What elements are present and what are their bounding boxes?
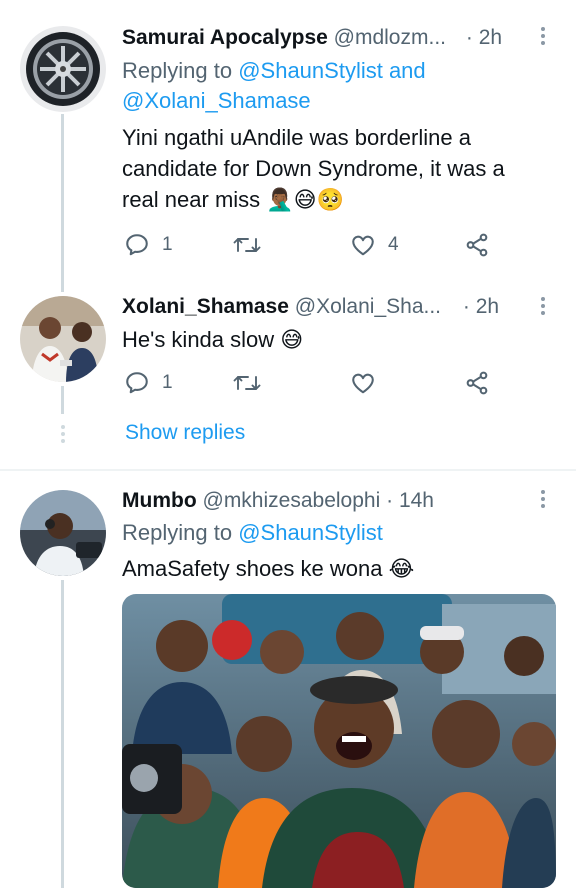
retweet-icon <box>232 370 262 396</box>
like-count: 4 <box>388 234 399 255</box>
reply-count: 1 <box>162 372 173 393</box>
display-name[interactable]: Samurai Apocalypse <box>122 26 328 49</box>
share-icon <box>464 232 490 258</box>
replying-to-prefix: Replying to <box>122 58 233 83</box>
reply-icon <box>124 232 150 258</box>
share-button[interactable] <box>464 232 490 258</box>
share-icon <box>464 370 490 396</box>
replying-to: Replying to @ShaunStylist <box>122 518 542 548</box>
tweet-text: He's kinda slow 😅 <box>122 327 304 352</box>
thread-line <box>61 386 64 414</box>
retweet-button[interactable] <box>232 232 274 258</box>
separator-dot: · <box>462 295 470 318</box>
reply-button[interactable]: 1 <box>124 370 173 396</box>
tweet-header: Samurai Apocalypse @mdlozm... · 2h <box>122 25 502 51</box>
share-button[interactable] <box>464 370 490 396</box>
tweet-header: Xolani_Shamase @Xolani_Sha... · 2h <box>122 294 499 320</box>
avatar[interactable] <box>20 296 106 382</box>
more-vertical-icon[interactable] <box>540 490 546 511</box>
handle[interactable]: @Xolani_Sha... <box>295 295 441 318</box>
like-icon <box>350 232 376 258</box>
more-vertical-icon[interactable] <box>540 297 546 318</box>
retweet-button[interactable] <box>232 370 274 396</box>
like-icon <box>350 370 376 396</box>
thread-continuation-dots <box>61 425 65 446</box>
thread-line <box>61 580 64 888</box>
tweet-media-photo[interactable] <box>122 594 556 888</box>
retweet-icon <box>232 232 262 258</box>
separator-dot: · <box>386 489 394 512</box>
avatar[interactable] <box>20 26 106 112</box>
tweet-separator <box>0 469 576 471</box>
more-vertical-icon[interactable] <box>540 27 546 48</box>
like-button[interactable]: 4 <box>350 232 399 258</box>
replying-to: Replying to @ShaunStylist and @Xolani_Sh… <box>122 56 462 116</box>
tweet-header: Mumbo @mkhizesabelophi · 14h <box>122 488 434 514</box>
thread-line <box>61 114 64 292</box>
handle[interactable]: @mdlozm... <box>334 26 446 49</box>
reply-button[interactable]: 1 <box>124 232 173 258</box>
like-button[interactable] <box>350 370 388 396</box>
display-name[interactable]: Xolani_Shamase <box>122 295 289 318</box>
replying-to-prefix: Replying to <box>122 520 233 545</box>
tweet-text: AmaSafety shoes ke wona 😂 <box>122 556 415 581</box>
separator-dot: · <box>465 26 473 49</box>
reply-count: 1 <box>162 234 173 255</box>
tweet-text: Yini ngathi uAndile was borderline a can… <box>122 125 505 212</box>
show-replies-link[interactable]: Show replies <box>125 421 245 445</box>
avatar[interactable] <box>20 490 106 576</box>
handle[interactable]: @mkhizesabelophi <box>203 489 381 512</box>
replying-to-mentions[interactable]: @ShaunStylist <box>238 520 383 545</box>
reply-icon <box>124 370 150 396</box>
timestamp[interactable]: 2h <box>476 295 499 318</box>
display-name[interactable]: Mumbo <box>122 489 197 512</box>
timestamp[interactable]: 2h <box>479 26 502 49</box>
timestamp[interactable]: 14h <box>399 489 434 512</box>
